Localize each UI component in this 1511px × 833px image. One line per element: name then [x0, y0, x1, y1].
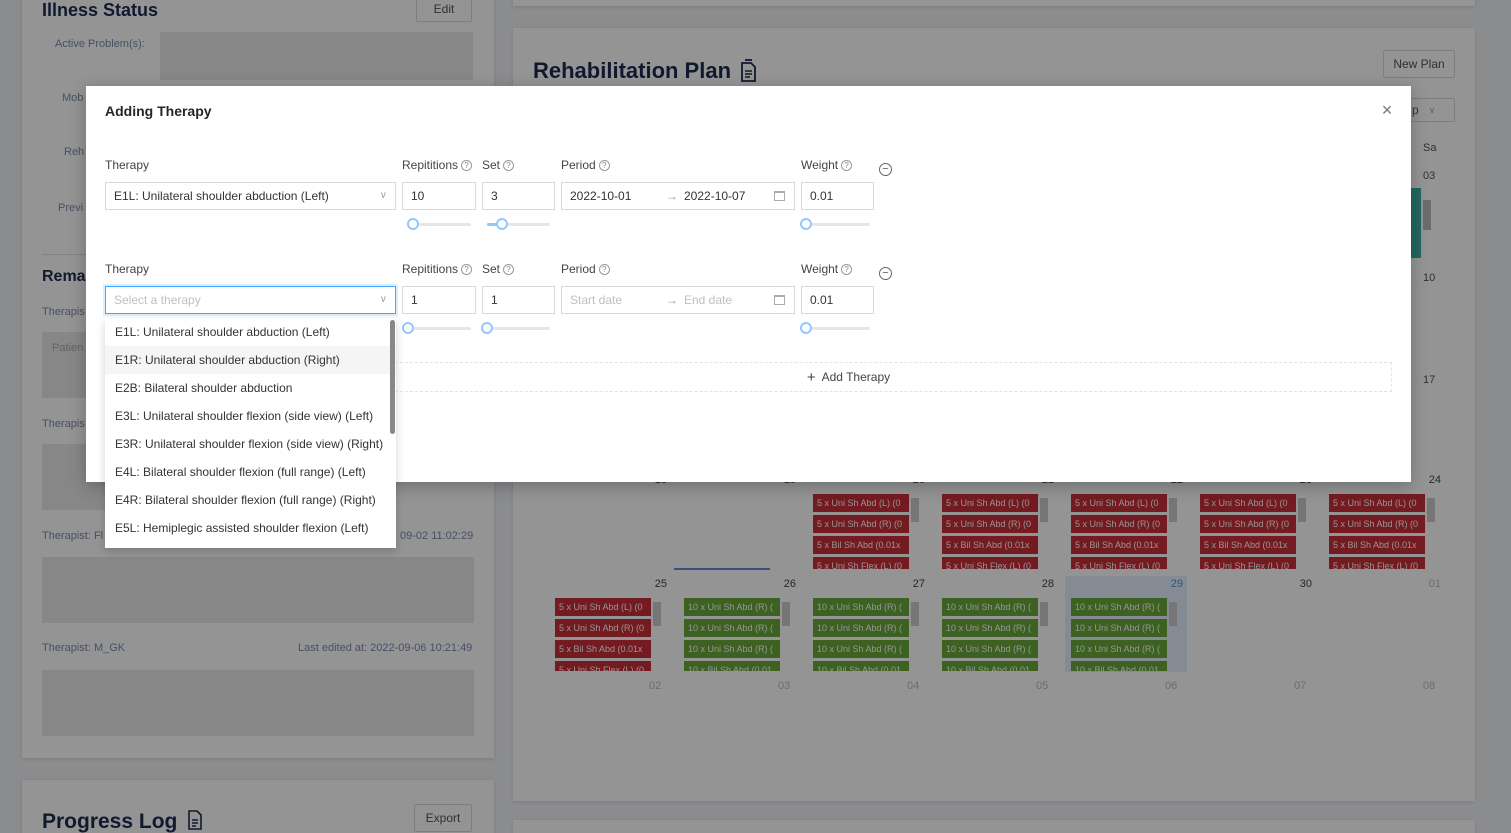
- weight-slider-1[interactable]: [800, 218, 870, 230]
- weight-input-1[interactable]: 0.01: [801, 182, 874, 210]
- chevron-down-icon: ∨: [379, 190, 387, 201]
- therapy-option[interactable]: E5L: Hemiplegic assisted shoulder flexio…: [105, 514, 396, 542]
- slider-handle[interactable]: [407, 218, 419, 230]
- therapy-dropdown: E1L: Unilateral shoulder abduction (Left…: [105, 318, 396, 548]
- period-range-picker-1[interactable]: 2022-10-01 → 2022-10-07: [561, 182, 795, 210]
- set-label: Set?: [482, 262, 515, 276]
- period-label: Period?: [561, 262, 610, 276]
- slider-handle[interactable]: [481, 322, 493, 334]
- help-icon: ?: [841, 263, 853, 275]
- weight-label: Weight?: [801, 262, 853, 276]
- start-date-value: 2022-10-01: [570, 189, 632, 203]
- therapy-option[interactable]: E1L: Unilateral shoulder abduction (Left…: [105, 318, 396, 346]
- repetitions-label: Repititions?: [402, 158, 473, 172]
- help-icon: ?: [461, 159, 473, 171]
- set-input-2[interactable]: 1: [482, 286, 555, 314]
- dropdown-scrollbar[interactable]: [390, 320, 395, 434]
- help-icon: ?: [598, 159, 610, 171]
- end-date-placeholder: End date: [684, 293, 733, 307]
- repetitions-label-text: Repititions: [402, 158, 459, 172]
- therapy-option[interactable]: E4L: Bilateral shoulder flexion (full ra…: [105, 458, 396, 486]
- slider-handle[interactable]: [402, 322, 414, 334]
- weight-label-text: Weight: [801, 262, 839, 276]
- weight-input-2[interactable]: 0.01: [801, 286, 874, 314]
- repetitions-input-2[interactable]: 1: [402, 286, 476, 314]
- set-label-text: Set: [482, 158, 501, 172]
- set-input-1[interactable]: 3: [482, 182, 555, 210]
- therapy-select-2[interactable]: Select a therapy ∨: [105, 286, 396, 314]
- repetitions-label-text: Repititions: [402, 262, 459, 276]
- start-date-placeholder: Start date: [570, 293, 623, 307]
- help-icon: ?: [461, 263, 473, 275]
- help-icon: ?: [503, 263, 515, 275]
- remove-row-icon[interactable]: −: [879, 163, 892, 176]
- help-icon: ?: [503, 159, 515, 171]
- slider-handle[interactable]: [496, 218, 508, 230]
- slider-handle[interactable]: [800, 322, 812, 334]
- help-icon: ?: [598, 263, 610, 275]
- set-label-text: Set: [482, 262, 501, 276]
- set-slider-1[interactable]: [487, 218, 550, 230]
- period-range-picker-2[interactable]: Start date → End date: [561, 286, 795, 314]
- set-label: Set?: [482, 158, 515, 172]
- remove-row-icon[interactable]: −: [879, 267, 892, 280]
- add-therapy-label: Add Therapy: [821, 370, 891, 384]
- therapy-option[interactable]: E3R: Unilateral shoulder flexion (side v…: [105, 430, 396, 458]
- therapy-label: Therapy: [105, 158, 149, 172]
- range-arrow-icon: →: [666, 189, 678, 203]
- repetitions-slider-2[interactable]: [402, 322, 471, 334]
- period-label-text: Period: [561, 262, 596, 276]
- period-label-text: Period: [561, 158, 596, 172]
- therapy-select-1[interactable]: E1L: Unilateral shoulder abduction (Left…: [105, 182, 396, 210]
- help-icon: ?: [841, 159, 853, 171]
- weight-label: Weight?: [801, 158, 853, 172]
- therapy-label-text: Therapy: [105, 262, 150, 276]
- therapy-option[interactable]: E4R: Bilateral shoulder flexion (full ra…: [105, 486, 396, 514]
- close-icon[interactable]: ×: [1377, 100, 1397, 120]
- weight-label-text: Weight: [801, 158, 839, 172]
- calendar-icon: [774, 191, 785, 201]
- therapy-select-value: E1L: Unilateral shoulder abduction (Left…: [114, 189, 329, 203]
- period-label: Period?: [561, 158, 610, 172]
- therapy-option[interactable]: E3L: Unilateral shoulder flexion (side v…: [105, 402, 396, 430]
- therapy-option[interactable]: E1R: Unilateral shoulder abduction (Righ…: [105, 346, 396, 374]
- modal-title: Adding Therapy: [105, 103, 212, 119]
- range-arrow-icon: →: [666, 293, 678, 307]
- therapy-select-placeholder: Select a therapy: [114, 293, 201, 307]
- repetitions-slider-1[interactable]: [407, 218, 471, 230]
- slider-handle[interactable]: [800, 218, 812, 230]
- end-date-value: 2022-10-07: [684, 189, 746, 203]
- calendar-icon: [774, 295, 785, 305]
- therapy-label: Therapy: [105, 262, 149, 276]
- chevron-down-icon: ∨: [379, 294, 387, 305]
- plus-icon: +: [806, 368, 816, 386]
- therapy-option[interactable]: E2B: Bilateral shoulder abduction: [105, 374, 396, 402]
- weight-slider-2[interactable]: [800, 322, 870, 334]
- repetitions-input-1[interactable]: 10: [402, 182, 476, 210]
- add-therapy-button[interactable]: + Add Therapy: [305, 362, 1392, 392]
- therapy-label-text: Therapy: [105, 158, 150, 172]
- repetitions-label: Repititions?: [402, 262, 473, 276]
- set-slider-2[interactable]: [481, 322, 550, 334]
